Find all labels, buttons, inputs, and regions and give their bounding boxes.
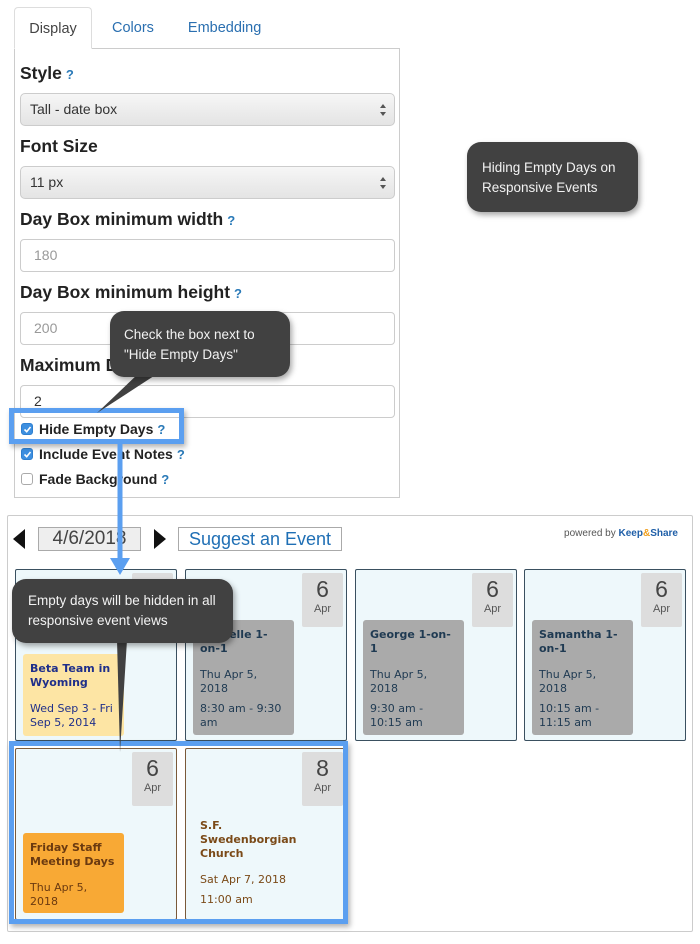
event-title: Beta Team in Wyoming [30, 662, 111, 689]
font-size-label: Font Size [20, 136, 98, 156]
day-box[interactable]: 6 Apr George 1-on-1 Thu Apr 5, 2018 9:30… [355, 569, 517, 741]
powered-by-text: powered by [564, 528, 616, 539]
day-box-min-width-label: Day Box minimum width? [20, 209, 235, 230]
event-time: 9:30 am - 10:15 am [370, 702, 424, 729]
event-date: Thu Apr 5, 2018 [200, 668, 258, 695]
event-card[interactable]: George 1-on-1 Thu Apr 5, 2018 9:30 am - … [363, 620, 464, 735]
previous-arrow-icon[interactable] [13, 529, 25, 549]
hide-empty-days-highlight [9, 408, 184, 444]
fade-background-checkbox[interactable] [21, 473, 33, 485]
maximum-label: Maximum D [20, 355, 119, 375]
event-title: Samantha 1-on-1 [539, 628, 618, 655]
day-box[interactable]: 6 Apr Samantha 1-on-1 Thu Apr 5, 2018 10… [524, 569, 686, 741]
fade-background-label: Fade Background [39, 471, 158, 487]
settings-tabs: Display Colors Embedding [14, 7, 277, 49]
tab-embedding[interactable]: Embedding [172, 7, 277, 49]
day-box-min-height-help-icon[interactable]: ? [234, 286, 242, 301]
include-event-notes-help-icon[interactable]: ? [177, 447, 185, 462]
select-arrows-icon [380, 104, 386, 116]
event-time: 8:30 am - 9:30 am [200, 702, 282, 729]
include-event-notes-checkbox[interactable] [21, 448, 33, 460]
style-select[interactable]: Tall - date box [20, 93, 395, 126]
tab-display[interactable]: Display [14, 7, 92, 49]
checkmark-icon [23, 450, 31, 458]
event-card[interactable]: Samantha 1-on-1 Thu Apr 5, 2018 10:15 am… [532, 620, 633, 735]
font-size-select-value: 11 px [30, 174, 64, 190]
event-time: 10:15 am - 11:15 am [539, 702, 600, 729]
style-label: Style? [20, 63, 74, 84]
empty-days-callout: Empty days will be hidden in all respons… [12, 579, 233, 643]
day-date-badge: 6 Apr [302, 573, 343, 627]
day-box-min-width-label-text: Day Box minimum width [20, 209, 224, 229]
include-event-notes-row[interactable]: Include Event Notes? [21, 444, 185, 464]
event-date: Thu Apr 5, 2018 [539, 668, 597, 695]
day-month: Apr [313, 603, 332, 615]
style-label-text: Style [20, 63, 62, 83]
powered-by[interactable]: powered by Keep&Share [564, 528, 678, 539]
include-event-notes-label: Include Event Notes [39, 446, 173, 462]
day-date-badge: 6 Apr [641, 573, 682, 627]
event-title: George 1-on-1 [370, 628, 451, 655]
fade-background-help-icon[interactable]: ? [161, 472, 169, 487]
style-help-icon[interactable]: ? [66, 67, 74, 82]
day-box-min-width-help-icon[interactable]: ? [227, 213, 235, 228]
day-box-min-height-label: Day Box minimum height? [20, 282, 242, 303]
event-date: Thu Apr 5, 2018 [370, 668, 428, 695]
brand-keep: Keep [618, 528, 643, 539]
day-number: 6 [655, 576, 668, 602]
select-arrows-icon [380, 177, 386, 189]
style-select-value: Tall - date box [30, 101, 118, 117]
day-box-min-height-label-text: Day Box minimum height [20, 282, 231, 302]
title-callout: Hiding Empty Days on Responsive Events [467, 142, 638, 212]
day-number: 6 [486, 576, 499, 602]
tab-colors[interactable]: Colors [96, 7, 170, 49]
day-month: Apr [652, 603, 671, 615]
current-date-button[interactable]: 4/6/2018 [38, 527, 141, 551]
day-number: 6 [316, 576, 329, 602]
check-box-callout: Check the box next to "Hide Empty Days" [110, 311, 290, 377]
row-highlight [9, 741, 348, 924]
event-card[interactable]: Beta Team in Wyoming Wed Sep 3 - Fri Sep… [23, 654, 124, 736]
day-date-badge: 6 Apr [472, 573, 513, 627]
event-date: Wed Sep 3 - Fri Sep 5, 2014 [30, 702, 113, 729]
next-arrow-icon[interactable] [154, 529, 166, 549]
font-size-select[interactable]: 11 px [20, 166, 395, 199]
brand-share: Share [650, 528, 678, 539]
day-box-min-width-input[interactable]: 180 [20, 239, 395, 272]
suggest-event-button[interactable]: Suggest an Event [178, 527, 342, 551]
fade-background-row[interactable]: Fade Background? [21, 469, 169, 489]
day-month: Apr [483, 603, 502, 615]
